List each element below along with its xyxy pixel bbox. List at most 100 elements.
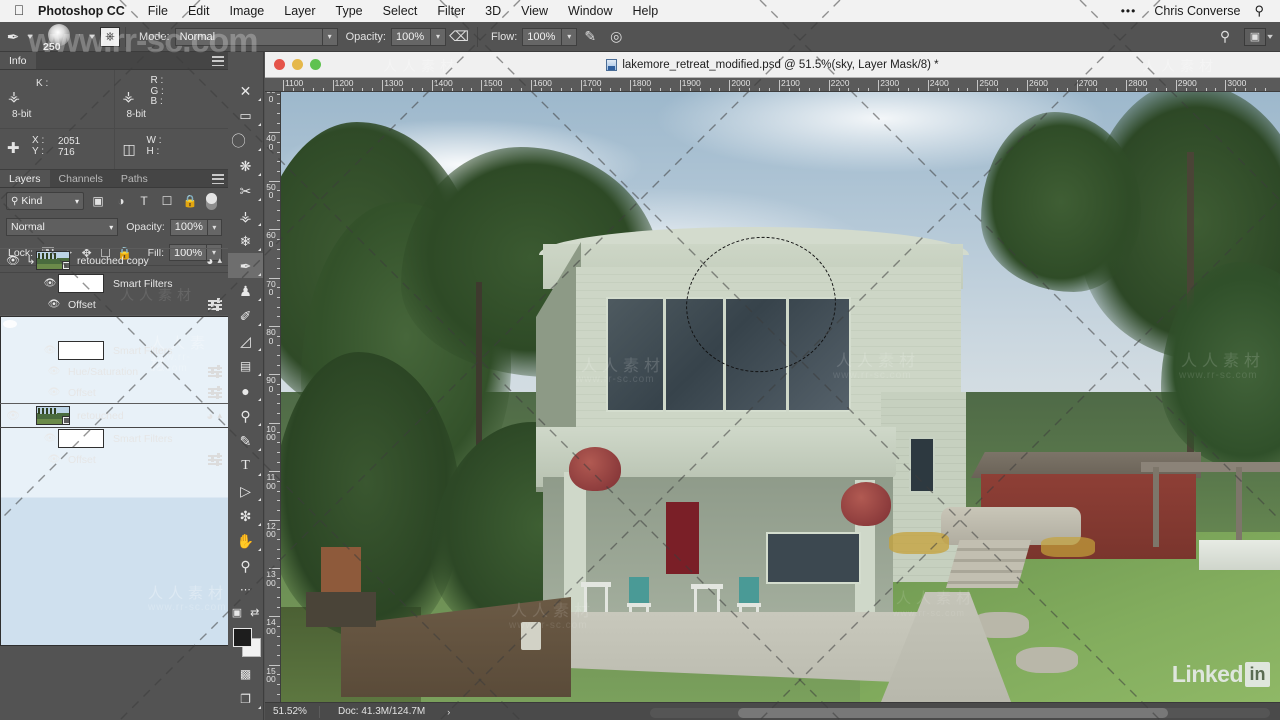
smart-filter-mask-thumbnail[interactable]	[58, 274, 104, 293]
minimize-window-button[interactable]	[292, 59, 303, 70]
smart-filters-row[interactable]: 👁 Smart Filters	[0, 340, 228, 361]
opacity-input[interactable]: 100%	[390, 27, 431, 46]
path-selection-tool[interactable]: ▷	[228, 478, 263, 503]
shape-filter-icon[interactable]: ☐	[158, 194, 176, 208]
rectangular-marquee-tool[interactable]: ▭	[228, 103, 263, 128]
apple-menu-icon[interactable]: 	[0, 2, 38, 20]
change-screen-mode[interactable]: ❐	[228, 686, 263, 711]
filter-visibility-icon[interactable]: 👁	[46, 454, 62, 465]
layer-name[interactable]: retouched	[70, 410, 206, 422]
brush-tool[interactable]: ✒	[228, 253, 263, 278]
filter-settings-icon[interactable]	[208, 298, 222, 311]
edit-in-quick-mask-mode[interactable]: ▩	[228, 661, 263, 686]
menubar-overflow-icon[interactable]: •••	[1111, 4, 1147, 18]
filter-name[interactable]: Offset	[62, 454, 208, 466]
smart-filter-mask-thumbnail[interactable]	[58, 341, 104, 360]
filter-settings-icon[interactable]	[208, 453, 222, 466]
pen-tool[interactable]: ✎	[228, 428, 263, 453]
menu-item-window[interactable]: Window	[558, 4, 622, 18]
menu-item-view[interactable]: View	[511, 4, 558, 18]
spot-healing-brush-tool[interactable]: ❄	[228, 228, 263, 253]
search-icon[interactable]: ⚲	[1212, 28, 1238, 45]
hand-tool[interactable]: ✋	[228, 528, 263, 553]
menu-item-type[interactable]: Type	[326, 4, 373, 18]
quick-mask-icon[interactable]: ▣	[232, 607, 242, 619]
image-canvas[interactable]: 人人素材 www.rr-sc.com 人人素材 www.rr-sc.com 人人…	[281, 92, 1280, 702]
blend-mode-chevron-icon[interactable]: ▾	[322, 27, 338, 46]
smart-filter-mask-thumbnail[interactable]	[58, 429, 104, 448]
tab-paths[interactable]: Paths	[112, 170, 157, 187]
layer-thumbnail[interactable]	[36, 406, 70, 425]
smart-filters-icon[interactable]: ◕	[206, 254, 213, 268]
layers-panel-menu-icon[interactable]	[212, 174, 224, 184]
layer-row-retouched-copy[interactable]: 👁 ↳ retouched copy ◕ ▴	[0, 248, 228, 273]
opacity-chevron-icon[interactable]: ▾	[430, 27, 446, 46]
filter-row-hue-saturation[interactable]: 👁 Hue/Saturation	[0, 361, 228, 382]
filter-row-offset[interactable]: 👁 Offset	[0, 382, 228, 403]
crop-tool[interactable]: ✂	[228, 178, 263, 203]
workspace-chevron-icon[interactable]: ▾	[1264, 32, 1275, 41]
foreground-color-swatch[interactable]	[233, 628, 252, 647]
spotlight-search-icon[interactable]: ⚲	[1248, 3, 1272, 19]
filter-kind-select[interactable]: ⚲ Kind ▾	[6, 192, 84, 210]
move-tool[interactable]: ✕	[228, 78, 263, 103]
menu-item-file[interactable]: File	[138, 4, 178, 18]
gradient-tool[interactable]: ▤	[228, 353, 263, 378]
filter-settings-icon[interactable]	[208, 365, 222, 378]
flow-chevron-icon[interactable]: ▾	[562, 27, 578, 46]
filter-name[interactable]: Offset	[62, 387, 208, 399]
horizontal-ruler[interactable]: 1100 1200 1300 1400 1500 1600 1700 1800 1900 2000…	[265, 78, 1280, 92]
filter-row-offset[interactable]: 👁 Offset	[0, 294, 228, 315]
horizontal-scrollbar[interactable]	[650, 708, 1270, 718]
menu-item-select[interactable]: Select	[373, 4, 428, 18]
filter-row-offset[interactable]: 👁 Offset	[0, 449, 228, 470]
app-name-menu[interactable]: Photoshop CC	[38, 4, 138, 18]
layer-blend-mode-select[interactable]: Normal ▾	[6, 218, 119, 236]
status-expand-arrow-icon[interactable]: ›	[425, 707, 450, 717]
filter-enable-toggle[interactable]	[206, 192, 217, 210]
menu-item-3d[interactable]: 3D	[475, 4, 511, 18]
smoothing-options-icon[interactable]: ◎	[603, 28, 629, 45]
custom-shape-tool[interactable]: ❇	[228, 503, 263, 528]
status-zoom-level[interactable]: 51.52%	[265, 706, 319, 717]
pixel-filter-icon[interactable]: ▣	[89, 194, 107, 208]
smart-filters-row[interactable]: 👁 Smart Filters	[0, 273, 228, 294]
layer-opacity-chevron-icon[interactable]: ▾	[207, 218, 222, 236]
swap-colors-icon[interactable]: ⇄	[250, 607, 259, 619]
filter-visibility-icon[interactable]: 👁	[46, 299, 62, 310]
workspace-switcher-icon[interactable]: ▣	[1243, 27, 1266, 46]
menu-item-filter[interactable]: Filter	[427, 4, 475, 18]
smart-filter-visibility-icon[interactable]: 👁	[42, 345, 58, 356]
quick-selection-tool[interactable]: ❋	[228, 153, 263, 178]
chevron-up-icon[interactable]: ▴	[217, 410, 222, 421]
menu-item-image[interactable]: Image	[220, 4, 275, 18]
filter-name[interactable]: Offset	[62, 299, 208, 311]
smart-filter-visibility-icon[interactable]: 👁	[42, 278, 58, 289]
edit-toolbar-tool[interactable]: ⋯	[228, 578, 263, 603]
blur-tool[interactable]: ●	[228, 378, 263, 403]
layer-opacity-input[interactable]: 100%	[169, 218, 208, 236]
smart-filters-icon[interactable]: ◕	[206, 409, 213, 423]
smart-filters-row[interactable]: 👁 Smart Filters	[0, 428, 228, 449]
close-window-button[interactable]	[274, 59, 285, 70]
airbrush-icon[interactable]: ✎	[577, 28, 603, 45]
flow-input[interactable]: 100%	[522, 27, 563, 46]
vertical-ruler[interactable]: 300 400 500 600 700 800 900 1000 1100 1200 1300 140…	[265, 92, 281, 720]
color-swatches[interactable]	[228, 627, 263, 661]
clone-stamp-tool[interactable]: ♟	[228, 278, 263, 303]
filter-visibility-icon[interactable]: 👁	[46, 366, 62, 377]
zoom-window-button[interactable]	[310, 59, 321, 70]
eraser-tool[interactable]: ◿	[228, 328, 263, 353]
lasso-tool[interactable]: ⃝	[228, 128, 263, 153]
layer-row-sky[interactable]: 👁 ⚭ sky ◕ ▴	[0, 315, 228, 646]
tab-layers[interactable]: Layers	[0, 170, 50, 187]
pressure-opacity-icon[interactable]: ⌫	[446, 28, 472, 45]
menu-item-help[interactable]: Help	[623, 4, 669, 18]
type-tool[interactable]: T	[228, 453, 263, 478]
smart-filter-visibility-icon[interactable]: 👁	[42, 433, 58, 444]
adjustment-filter-icon[interactable]: ◑	[112, 194, 130, 208]
layer-list[interactable]: 👁 ↳ retouched copy ◕ ▴ 👁 Smart Filters 👁…	[0, 248, 228, 694]
brush-tool-icon[interactable]: ✒	[0, 28, 26, 46]
layer-visibility-icon[interactable]: 👁	[0, 254, 26, 267]
tab-channels[interactable]: Channels	[50, 170, 112, 187]
